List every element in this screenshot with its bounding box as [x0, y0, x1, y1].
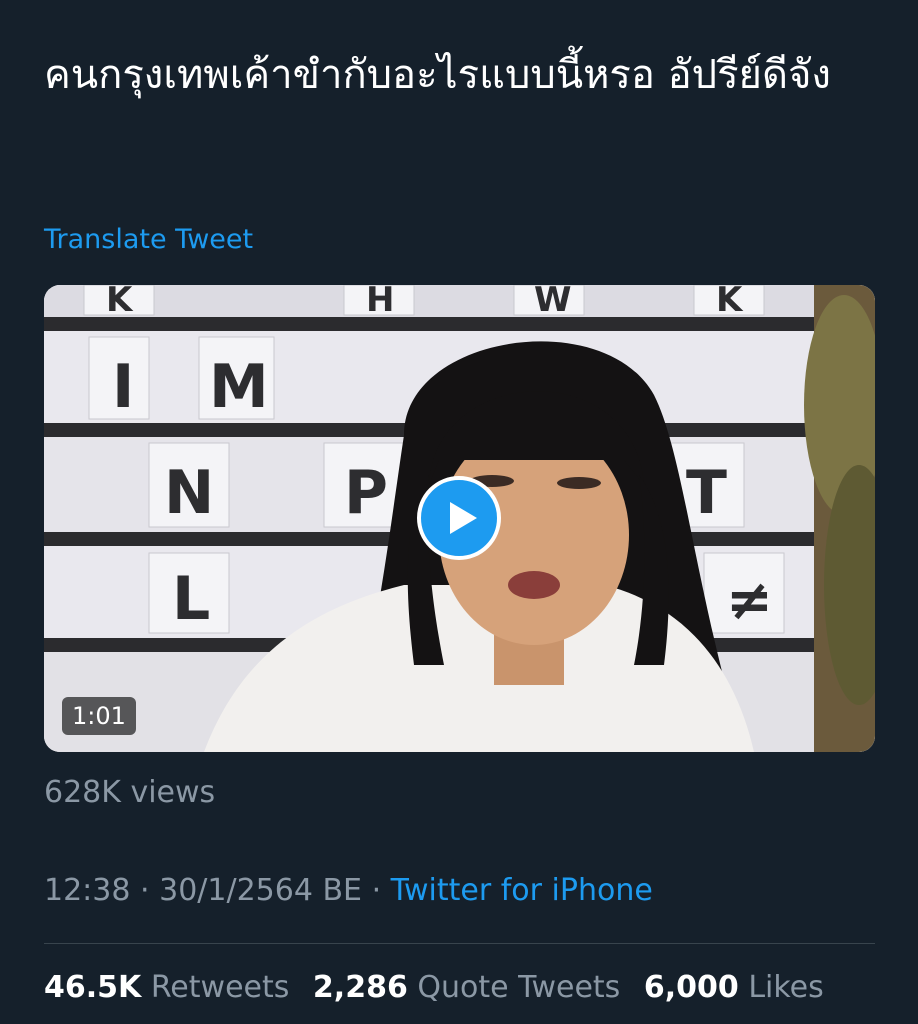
video-duration-badge: 1:01	[62, 697, 136, 735]
board-letter: K	[716, 285, 744, 320]
board-letter: P	[344, 458, 388, 528]
retweets-stat[interactable]: 46.5K Retweets	[44, 970, 289, 1005]
translate-tweet-link[interactable]: Translate Tweet	[44, 224, 253, 255]
quote-tweets-stat[interactable]: 2,286 Quote Tweets	[313, 970, 620, 1005]
board-letter: M	[209, 352, 269, 422]
board-letter: T	[686, 458, 727, 528]
tweet-time[interactable]: 12:38	[44, 873, 130, 908]
quote-tweets-count: 2,286	[312, 970, 408, 1005]
board-letter: N	[164, 458, 214, 528]
board-letter: W	[534, 285, 572, 320]
engagement-stats: 46.5K Retweets 2,286 Quote Tweets 6,000 …	[44, 970, 838, 1005]
board-letter: ≠	[726, 568, 773, 633]
retweets-count: 46.5K	[44, 970, 142, 1005]
separator: ·	[140, 873, 150, 908]
board-letter: L	[172, 564, 210, 634]
tweet-source-link[interactable]: Twitter for iPhone	[391, 873, 653, 908]
tweet-date[interactable]: 30/1/2564 BE	[159, 873, 362, 908]
divider	[44, 943, 875, 944]
board-letter: I	[112, 352, 134, 422]
play-button[interactable]	[417, 476, 501, 560]
likes-count: 6,000	[643, 970, 739, 1005]
likes-stat[interactable]: 6,000 Likes	[644, 970, 824, 1005]
video-player[interactable]: K H W K I M N P T L ≠ 1:01	[44, 285, 875, 752]
separator: ·	[371, 873, 382, 908]
retweets-label: Retweets	[150, 970, 290, 1005]
play-icon	[450, 502, 477, 534]
board-letter: K	[106, 285, 134, 320]
likes-label: Likes	[748, 970, 824, 1005]
quote-tweets-label: Quote Tweets	[417, 970, 621, 1005]
tweet-text: คนกรุงเทพเค้าขำกับอะไรแบบนี้หรอ อัปรีย์ด…	[44, 52, 831, 98]
tweet-metadata: 12:38 · 30/1/2564 BE · Twitter for iPhon…	[44, 873, 653, 908]
view-count: 628K views	[44, 775, 216, 810]
board-letter: H	[366, 285, 394, 320]
